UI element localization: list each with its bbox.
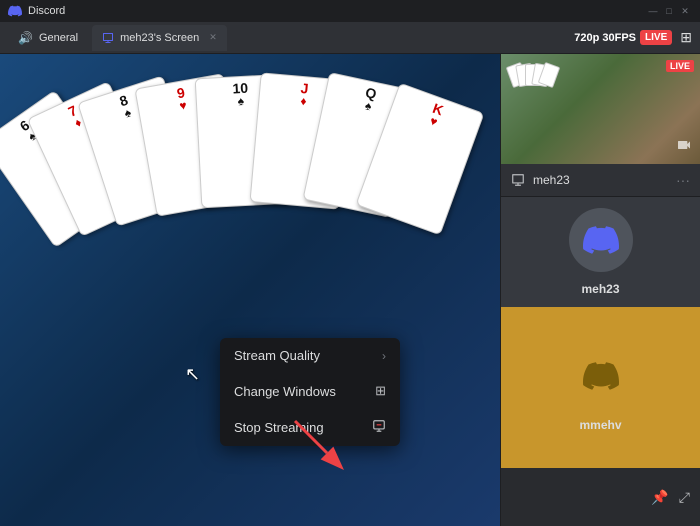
tab-bar: 🔊 General meh23's Screen ✕ 720p 30FPS LI… — [0, 22, 700, 54]
sidebar-user-row: meh23 ··· — [501, 164, 700, 197]
monitor-icon — [102, 32, 114, 44]
solitaire-background: 6♠ 7♦ 8♠ 9♥ 10♠ — [0, 54, 500, 526]
tab-screen[interactable]: meh23's Screen ✕ — [92, 25, 227, 51]
sidebar-avatar-section-1: meh23 — [501, 197, 700, 307]
preview-live-badge: LIVE — [666, 60, 694, 72]
menu-item-change-windows[interactable]: Change Windows ⊞ — [220, 373, 400, 409]
avatar-2 — [569, 344, 633, 408]
cursor: ↖ — [185, 364, 200, 385]
speaker-icon: 🔊 — [18, 31, 33, 45]
grid-icon[interactable]: ⊞ — [680, 29, 692, 46]
quality-badge: 720p 30FPS LIVE — [574, 30, 672, 45]
title-bar-title: Discord — [28, 5, 65, 17]
title-bar-left: Discord — [8, 4, 65, 18]
sidebar-bottom-row: 📌 ⤢ — [501, 468, 700, 526]
windows-icon: ⊞ — [375, 383, 386, 399]
tab-general-label: General — [39, 32, 78, 44]
right-sidebar: LIVE meh23 ··· — [500, 54, 700, 526]
expand-icon[interactable]: ⤢ — [679, 489, 690, 506]
tab-screen-label: meh23's Screen — [120, 32, 199, 44]
live-badge: LIVE — [640, 30, 672, 45]
chevron-right-icon: › — [382, 349, 386, 363]
content-area: 6♠ 7♦ 8♠ 9♥ 10♠ — [0, 54, 700, 526]
minimize-button[interactable]: — — [646, 4, 660, 18]
main-stream-view: 6♠ 7♦ 8♠ 9♥ 10♠ — [0, 54, 500, 526]
red-arrow — [285, 411, 345, 471]
tab-general[interactable]: 🔊 General — [8, 25, 88, 51]
preview-cam-icon — [676, 137, 692, 156]
window-controls: — □ ✕ — [646, 4, 692, 18]
more-options-button[interactable]: ··· — [676, 172, 690, 188]
stream-quality-label: Stream Quality — [234, 348, 320, 363]
stream-preview-thumbnail: LIVE — [501, 54, 700, 164]
maximize-button[interactable]: □ — [662, 4, 676, 18]
stop-stream-icon — [372, 419, 386, 436]
tab-controls: 720p 30FPS LIVE ⊞ — [574, 29, 692, 46]
preview-cards — [509, 64, 557, 86]
close-button[interactable]: ✕ — [678, 4, 692, 18]
monitor-small-icon — [511, 173, 525, 187]
quality-text: 720p 30FPS — [574, 32, 636, 44]
menu-item-stream-quality[interactable]: Stream Quality › — [220, 338, 400, 373]
avatar-name-2: mmehv — [579, 418, 621, 432]
avatar-1 — [569, 208, 633, 272]
discord-window: Discord — □ ✕ 🔊 General meh23's Screen ✕… — [0, 0, 700, 526]
sidebar-avatar-section-2: mmehv — [501, 307, 700, 468]
change-windows-label: Change Windows — [234, 384, 336, 399]
title-bar: Discord — □ ✕ — [0, 0, 700, 22]
tab-close-icon[interactable]: ✕ — [209, 32, 217, 43]
discord-logo-icon — [8, 4, 22, 18]
pin-icon[interactable]: 📌 — [651, 489, 668, 506]
avatar-name-1: meh23 — [581, 282, 619, 296]
sidebar-username-1: meh23 — [533, 173, 668, 187]
